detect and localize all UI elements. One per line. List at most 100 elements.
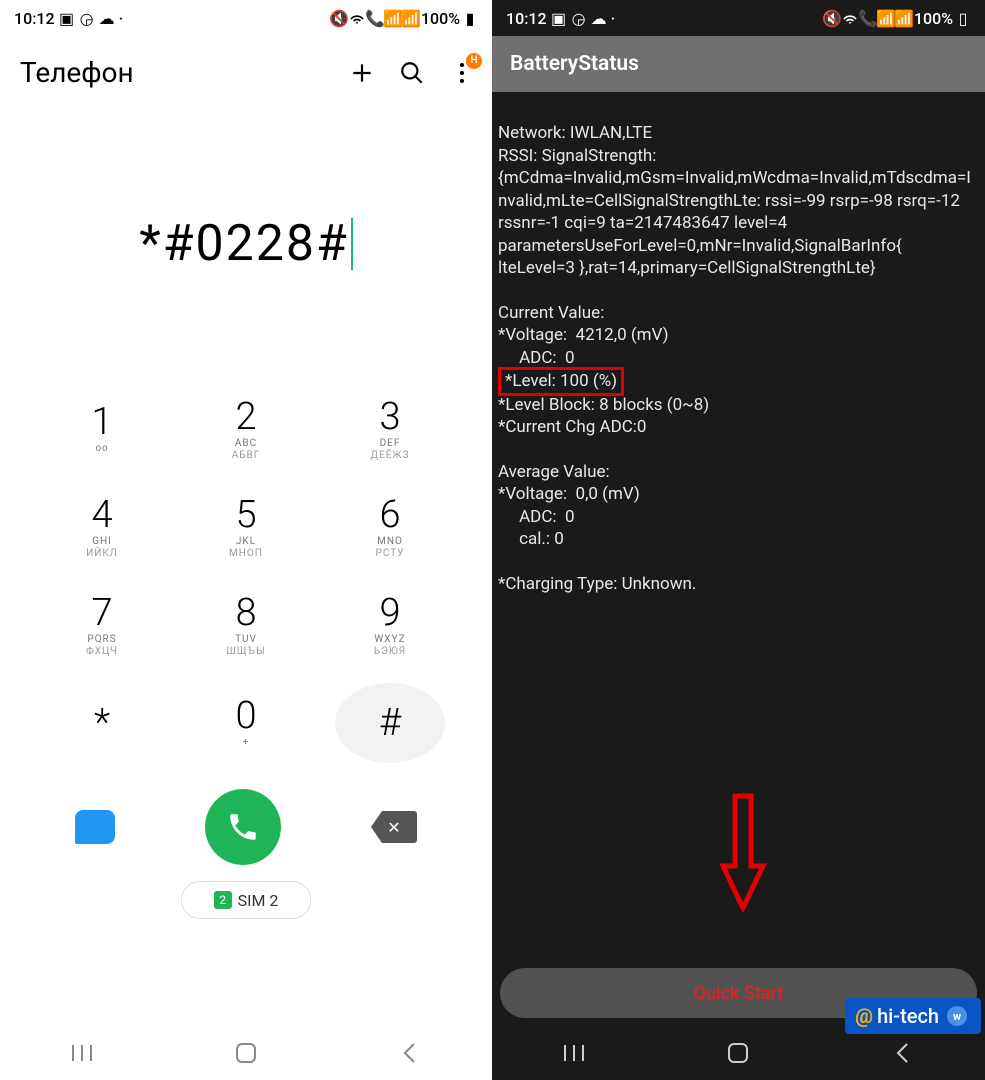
key-9[interactable]: 9WXYZЬЭЮЯ	[335, 585, 445, 665]
current-value-label: Current Value:	[498, 303, 604, 323]
call-button[interactable]	[205, 789, 281, 865]
sim-selector[interactable]: 2 SIM 2	[181, 881, 311, 919]
key-1[interactable]: 1 ᴏᴏ	[47, 389, 157, 469]
key-4[interactable]: 4 GHIИЙКЛ	[47, 487, 157, 567]
search-button[interactable]	[398, 59, 426, 87]
wifi-icon	[842, 10, 858, 26]
key-sub: DEF	[380, 438, 401, 450]
cloud-icon: ☁	[99, 10, 115, 26]
back-nav-button[interactable]	[873, 1038, 933, 1068]
signal2-icon: 📶	[403, 10, 419, 26]
key-digit: 6	[379, 496, 400, 534]
key-sub: JKL	[236, 536, 256, 548]
image-icon: ▣	[551, 10, 567, 26]
volte-icon: 📞	[367, 10, 383, 26]
status-bar: 10:12 ▣ ◶ ☁ · 🔇 📞 📶 📶 100% ▯	[492, 0, 985, 36]
key-sub: MNO	[377, 536, 403, 548]
key-2[interactable]: 2 ABCАБВГ	[191, 389, 301, 469]
home-nav-button[interactable]	[216, 1038, 276, 1068]
messages-button[interactable]	[75, 810, 115, 844]
watermark-at: @	[855, 1004, 873, 1028]
key-3[interactable]: 3 DEFДЕЁЖЗ	[335, 389, 445, 469]
battery-icon: ▮	[462, 10, 478, 26]
key-digit: 5	[235, 496, 256, 534]
signal2-icon: 📶	[896, 10, 912, 26]
mute-icon: 🔇	[824, 10, 840, 26]
adc-line: ADC: 0	[498, 348, 575, 368]
status-time: 10:12	[14, 9, 55, 28]
key-5[interactable]: 5 JKLМНОП	[191, 487, 301, 567]
key-sub-cyr: МНОП	[229, 548, 263, 559]
key-digit: 1	[91, 403, 112, 441]
more-dot: ·	[611, 9, 616, 28]
add-button[interactable]	[348, 59, 376, 87]
dialed-number: *#0228#	[139, 215, 349, 273]
check-circle-icon: ◶	[571, 10, 587, 26]
level-line-highlighted: *Level: 100 (%)	[498, 367, 624, 395]
sim-badge: 2	[214, 891, 232, 909]
home-nav-button[interactable]	[708, 1038, 768, 1068]
battery-icon: ▯	[955, 10, 971, 26]
key-digit: *	[94, 704, 110, 742]
battery-percent: 100%	[421, 9, 460, 28]
watermark: @hi-techw	[845, 998, 981, 1034]
key-sub-cyr: ЬЭЮЯ	[374, 646, 406, 657]
key-0[interactable]: 0+	[191, 683, 301, 763]
keypad: 1 ᴏᴏ 2 ABCАБВГ 3 DEFДЕЁЖЗ 4 GHIИЙКЛ 5 JKLМНОП 6 MNO…	[0, 389, 492, 781]
avg-adc-line: ADC: 0	[498, 507, 575, 527]
battery-info-body: Network: IWLAN,LTE RSSI: SignalStrength:…	[492, 92, 985, 968]
recents-nav-button[interactable]	[544, 1038, 604, 1068]
avg-cal-line: cal.: 0	[498, 529, 564, 549]
network-line: Network: IWLAN,LTE	[498, 123, 652, 143]
key-digit: 4	[91, 496, 112, 534]
battery-percent: 100%	[914, 9, 953, 28]
image-icon: ▣	[59, 10, 75, 26]
key-sub: ABC	[235, 438, 257, 450]
signal-icon: 📶	[385, 10, 401, 26]
key-sub: GHI	[92, 536, 112, 548]
charging-type-line: *Charging Type: Unknown.	[498, 574, 696, 594]
status-bar: 10:12 ▣ ◶ ☁ · 🔇 📞 📶 📶 100% ▮	[0, 0, 492, 36]
key-6[interactable]: 6MNOРСТУ	[335, 487, 445, 567]
level-block-line: *Level Block: 8 blocks (0~8)	[498, 395, 709, 415]
text-cursor	[351, 218, 353, 270]
recents-nav-button[interactable]	[52, 1038, 112, 1068]
rssi-block: RSSI: SignalStrength:{mCdma=Invalid,mGsm…	[498, 146, 971, 278]
backspace-button[interactable]: ✕	[371, 811, 417, 843]
battery-status-screen: 10:12 ▣ ◶ ☁ · 🔇 📞 📶 📶 100% ▯ BatteryStat…	[492, 0, 985, 1080]
key-#[interactable]: #	[335, 683, 445, 763]
key-digit: 8	[235, 594, 256, 632]
watermark-brand: hi-tech	[877, 1004, 939, 1028]
annotation-arrow-icon	[718, 792, 768, 912]
avg-voltage-line: *Voltage: 0,0 (mV)	[498, 484, 640, 504]
mute-icon: 🔇	[331, 10, 347, 26]
key-sub-cyr: ИЙКЛ	[86, 548, 118, 559]
check-circle-icon: ◶	[79, 10, 95, 26]
nav-bar	[0, 1026, 492, 1080]
key-digit: 7	[91, 594, 112, 632]
key-digit: 9	[379, 594, 400, 632]
nav-bar	[492, 1026, 985, 1080]
more-menu-button[interactable]: H	[448, 59, 476, 87]
app-header: Телефон H	[0, 36, 492, 99]
key-digit: 3	[379, 398, 400, 436]
key-digit: #	[379, 704, 401, 742]
key-digit: 0	[235, 697, 256, 735]
key-sub-cyr: ШЩЪЫ	[226, 646, 265, 657]
key-sub-cyr: АБВГ	[232, 450, 261, 461]
key-sub-cyr: ДЕЁЖЗ	[371, 450, 410, 461]
key-digit: 2	[235, 398, 256, 436]
key-sub: ᴏᴏ	[95, 443, 108, 455]
more-dot: ·	[119, 9, 124, 28]
key-sub: TUV	[235, 634, 257, 646]
key-*[interactable]: *	[47, 683, 157, 763]
key-sub-cyr: ФХЦЧ	[86, 646, 118, 657]
back-nav-button[interactable]	[380, 1038, 440, 1068]
key-7[interactable]: 7PQRSФХЦЧ	[47, 585, 157, 665]
volte-icon: 📞	[860, 10, 876, 26]
wifi-icon	[349, 10, 365, 26]
screen-title: BatteryStatus	[492, 36, 985, 92]
app-title: Телефон	[20, 56, 134, 89]
key-8[interactable]: 8 TUVШЩЪЫ	[191, 585, 301, 665]
notification-badge: H	[466, 53, 482, 69]
